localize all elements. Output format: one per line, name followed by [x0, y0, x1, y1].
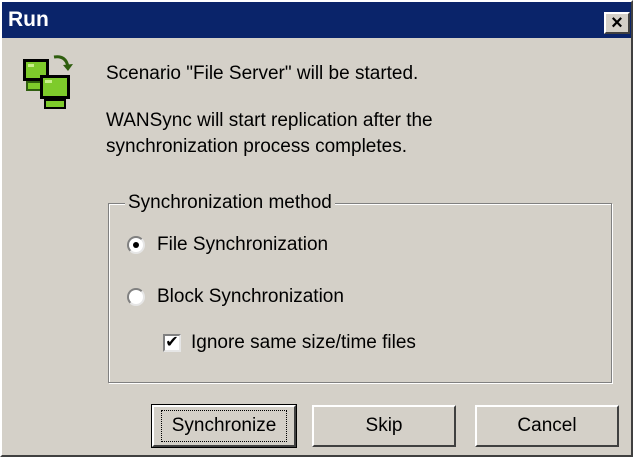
block-sync-radio[interactable]: Block Synchronization	[127, 286, 344, 308]
file-sync-label: File Synchronization	[157, 234, 329, 255]
title-bar[interactable]: Run ×	[2, 2, 631, 38]
synchronize-button[interactable]: Synchronize	[151, 404, 297, 448]
checkmark-icon[interactable]: ✔	[163, 334, 181, 352]
replication-computers-icon	[23, 55, 73, 109]
file-sync-radio[interactable]: File Synchronization	[127, 234, 328, 256]
cancel-button[interactable]: Cancel	[475, 405, 619, 447]
radio-indicator-checked[interactable]	[127, 236, 145, 254]
ignore-same-checkbox[interactable]: ✔ Ignore same size/time files	[163, 332, 416, 354]
radio-indicator[interactable]	[127, 288, 145, 306]
close-button[interactable]: ×	[604, 12, 630, 34]
synchronize-label: Synchronize	[160, 410, 288, 442]
close-icon: ×	[611, 12, 623, 34]
window-title: Run	[8, 8, 49, 31]
synchronization-method-group: Synchronization method File Synchronizat…	[108, 190, 612, 383]
replication-message: WANSync will start replication after the…	[106, 110, 433, 157]
block-sync-label: Block Synchronization	[157, 286, 344, 307]
group-title: Synchronization method	[125, 190, 335, 216]
ignore-same-label: Ignore same size/time files	[191, 332, 416, 353]
scenario-message: Scenario "File Server" will be started.	[106, 63, 419, 84]
run-dialog: Run × Scenario "File Server" will be sta…	[0, 0, 633, 457]
skip-button[interactable]: Skip	[312, 405, 456, 447]
